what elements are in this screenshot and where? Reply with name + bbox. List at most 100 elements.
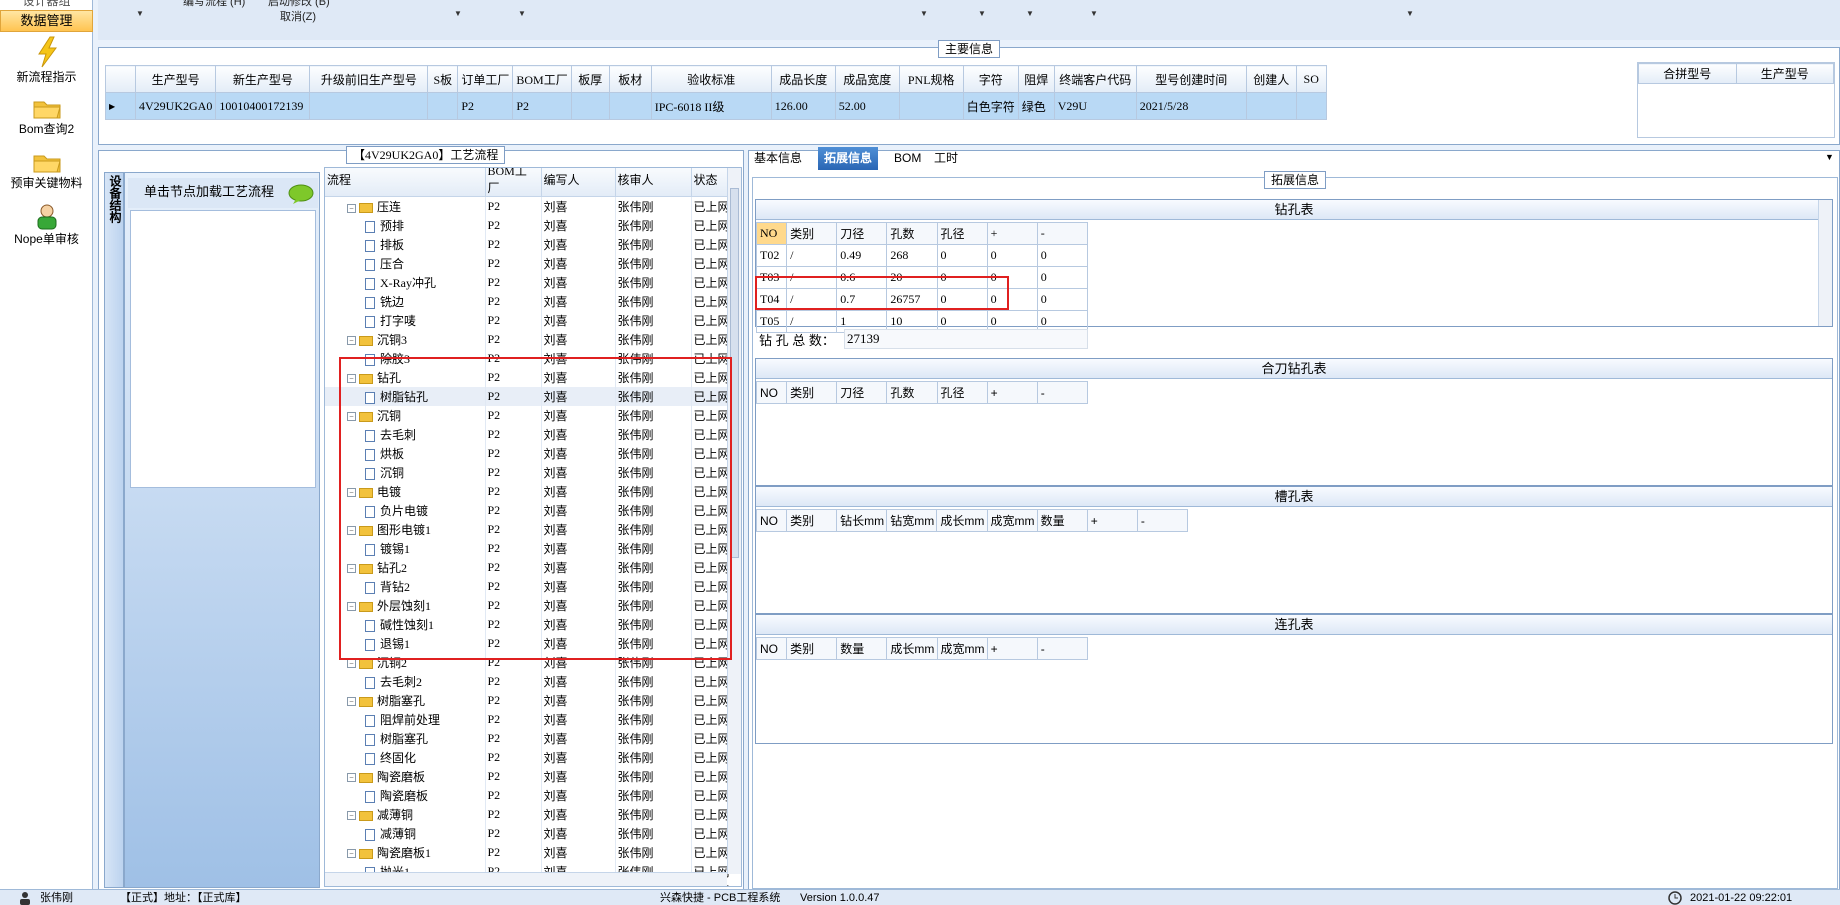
- column-header[interactable]: NO: [755, 381, 788, 404]
- chevron-down-icon[interactable]: ▼: [920, 9, 928, 18]
- column-header[interactable]: 钻长mm: [836, 509, 888, 532]
- table-cell[interactable]: [427, 92, 459, 120]
- tree-row[interactable]: 陶瓷磨板 P2 刘喜 张伟刚 已上网: [325, 785, 741, 805]
- column-header[interactable]: 板材: [608, 65, 652, 93]
- table-cell[interactable]: [608, 92, 652, 120]
- column-header[interactable]: 钻宽mm: [886, 509, 938, 532]
- table-cell[interactable]: 268: [886, 244, 938, 267]
- chevron-down-icon[interactable]: ▼: [978, 9, 986, 18]
- table-cell[interactable]: [570, 92, 610, 120]
- table-cell[interactable]: /: [786, 244, 838, 267]
- node-name[interactable]: 陶瓷磨板: [380, 789, 428, 803]
- table-row[interactable]: ▶ 4V29UK2GA0 10010400172139 P2 P2 IPC-60…: [105, 92, 1327, 120]
- node-name[interactable]: X-Ray冲孔: [380, 276, 436, 290]
- tree-cell[interactable]: 减薄铜: [325, 823, 486, 843]
- table-cell[interactable]: IPC-6018 II级: [650, 92, 772, 120]
- sidebar-item-bom-query[interactable]: Bom查询2: [0, 96, 93, 136]
- tree-cell[interactable]: 压合: [325, 253, 486, 273]
- column-header[interactable]: S板: [427, 65, 459, 93]
- column-header[interactable]: 订单工厂: [457, 65, 514, 93]
- column-header[interactable]: 刀径: [836, 222, 888, 245]
- tree-cell[interactable]: 去毛刺2: [325, 671, 486, 691]
- column-header[interactable]: 终端客户代码: [1053, 65, 1137, 93]
- column-header[interactable]: 成品长度: [770, 65, 836, 93]
- collapse-icon[interactable]: −: [347, 811, 356, 821]
- column-header[interactable]: 成长mm: [936, 509, 988, 532]
- tree-cell[interactable]: 阻焊前处理: [325, 709, 486, 729]
- menu-cancel[interactable]: 取消(Z): [280, 8, 316, 24]
- column-header[interactable]: +: [986, 381, 1038, 404]
- chevron-down-icon[interactable]: ▼: [136, 9, 144, 18]
- node-name[interactable]: 压连: [377, 200, 401, 214]
- column-header[interactable]: BOM工厂: [485, 168, 542, 197]
- collapse-icon[interactable]: −: [347, 659, 356, 669]
- tree-row[interactable]: − 陶瓷磨板1 P2 刘喜 张伟刚 已上网: [325, 842, 741, 862]
- column-header[interactable]: BOM工厂: [512, 65, 572, 93]
- column-header[interactable]: 孔径: [936, 222, 988, 245]
- node-name[interactable]: 减薄铜: [377, 808, 413, 822]
- table-cell[interactable]: 白色字符: [962, 92, 1019, 120]
- table-cell[interactable]: [309, 92, 429, 120]
- column-header[interactable]: 类别: [786, 381, 838, 404]
- table-cell[interactable]: P2: [512, 92, 572, 120]
- tree-row[interactable]: − 沉铜3 P2 刘喜 张伟刚 已上网: [325, 329, 741, 349]
- node-name[interactable]: 排板: [380, 238, 404, 252]
- tree-cell[interactable]: 打字唛: [325, 310, 486, 330]
- chevron-down-icon[interactable]: ▼: [518, 9, 526, 18]
- node-name[interactable]: 阻焊前处理: [380, 713, 440, 727]
- column-header[interactable]: -: [1136, 509, 1189, 532]
- node-name[interactable]: 打字唛: [380, 314, 416, 328]
- column-header[interactable]: 新生产型号: [215, 65, 311, 93]
- column-header[interactable]: +: [1086, 509, 1138, 532]
- table-cell[interactable]: 126.00: [770, 92, 836, 120]
- column-header[interactable]: NO: [755, 637, 788, 660]
- collapse-icon[interactable]: −: [347, 849, 356, 859]
- column-header[interactable]: 创建人: [1245, 65, 1297, 93]
- node-name[interactable]: 陶瓷磨板1: [377, 846, 431, 860]
- table-cell[interactable]: 0: [936, 244, 988, 267]
- tree-row[interactable]: − 压连 P2 刘喜 张伟刚 已上网: [325, 196, 741, 216]
- tree-cell[interactable]: − 减薄铜: [325, 804, 486, 824]
- tree-cell[interactable]: − 压连: [325, 196, 486, 216]
- collapse-icon[interactable]: −: [347, 773, 356, 783]
- tree-row[interactable]: 去毛刺2 P2 刘喜 张伟刚 已上网: [325, 671, 741, 691]
- tree-row[interactable]: 压合 P2 刘喜 张伟刚 已上网: [325, 253, 741, 273]
- column-header[interactable]: 合拼型号: [1638, 63, 1737, 84]
- column-header[interactable]: 刀径: [836, 381, 888, 404]
- chevron-down-icon[interactable]: ▼: [1825, 152, 1834, 162]
- node-name[interactable]: 压合: [380, 257, 404, 271]
- table-cell[interactable]: 4V29UK2GA0: [134, 92, 217, 120]
- table-cell[interactable]: 0: [1036, 244, 1089, 267]
- collapse-icon[interactable]: −: [347, 697, 356, 707]
- column-header[interactable]: +: [986, 222, 1038, 245]
- column-header[interactable]: 成宽mm: [936, 637, 988, 660]
- column-header[interactable]: 数量: [1036, 509, 1088, 532]
- tree-cell[interactable]: 陶瓷磨板: [325, 785, 486, 805]
- column-header[interactable]: NO: [755, 509, 788, 532]
- link-table[interactable]: NO 类别 数量 成长mm 成宽mm + -: [755, 637, 1089, 660]
- node-name[interactable]: 树脂塞孔: [377, 694, 425, 708]
- combo-drill-table[interactable]: NO 类别 刀径 孔数 孔径 + -: [755, 381, 1089, 404]
- table-cell[interactable]: T02: [755, 244, 788, 267]
- column-header[interactable]: 成宽mm: [986, 509, 1038, 532]
- column-header[interactable]: 验收标准: [650, 65, 772, 93]
- table-cell[interactable]: V29U: [1053, 92, 1137, 120]
- chevron-down-icon[interactable]: ▼: [1026, 9, 1034, 18]
- slot-table[interactable]: NO 类别 钻长mm 钻宽mm 成长mm 成宽mm 数量 + -: [755, 509, 1189, 532]
- tree-row[interactable]: 预排 P2 刘喜 张伟刚 已上网: [325, 215, 741, 235]
- tree-row[interactable]: X-Ray冲孔 P2 刘喜 张伟刚 已上网: [325, 272, 741, 292]
- column-header[interactable]: -: [1036, 637, 1089, 660]
- column-header[interactable]: 类别: [786, 637, 838, 660]
- table-cell[interactable]: 0.49: [836, 244, 888, 267]
- column-header[interactable]: -: [1036, 222, 1089, 245]
- tree-row[interactable]: 铣边 P2 刘喜 张伟刚 已上网: [325, 291, 741, 311]
- tree-row[interactable]: 减薄铜 P2 刘喜 张伟刚 已上网: [325, 823, 741, 843]
- table-row[interactable]: T02/0.49 268 0 0 0: [755, 244, 1089, 267]
- table-cell[interactable]: [1295, 92, 1327, 120]
- tree-cell[interactable]: − 陶瓷磨板1: [325, 842, 486, 862]
- sidebar-item-new-flow[interactable]: 新流程指示: [0, 36, 93, 84]
- node-name[interactable]: 预排: [380, 219, 404, 233]
- column-header[interactable]: 板厚: [570, 65, 610, 93]
- node-name[interactable]: 减薄铜: [380, 827, 416, 841]
- node-name[interactable]: 去毛刺2: [380, 675, 422, 689]
